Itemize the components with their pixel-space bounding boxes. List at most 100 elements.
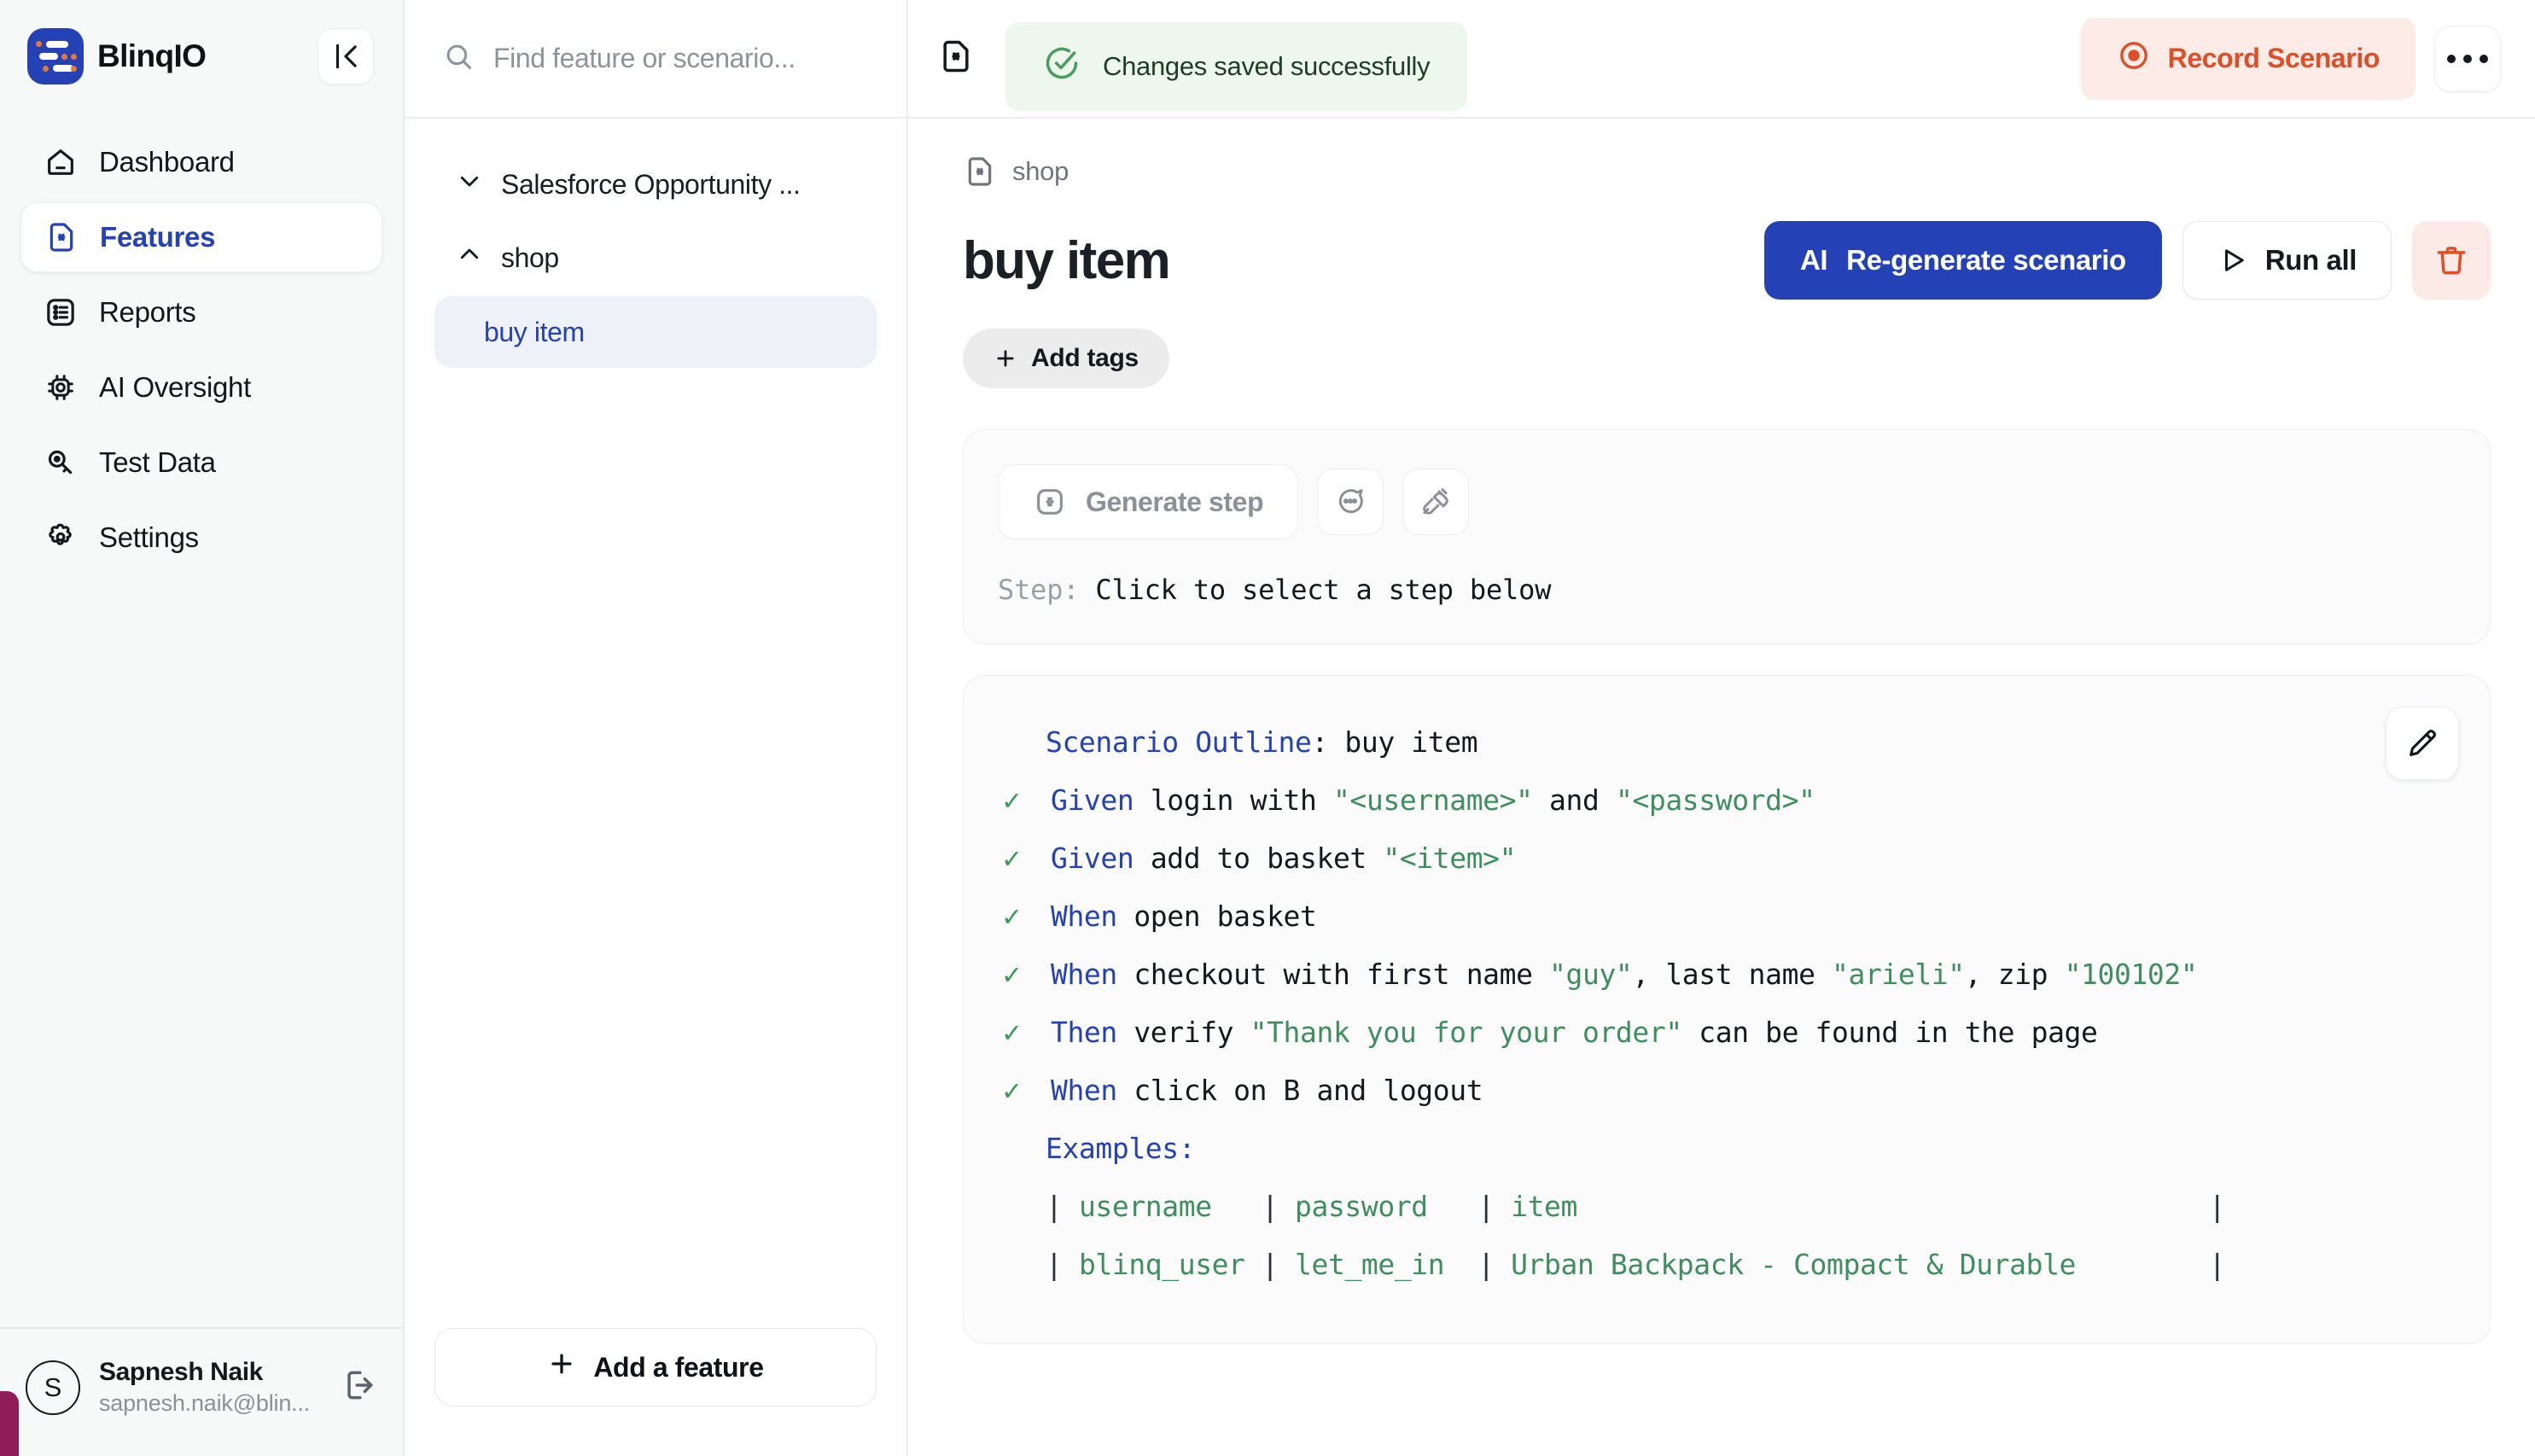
gherkin-text: open basket (1133, 900, 1316, 933)
collapse-sidebar-icon[interactable] (318, 28, 374, 84)
comment-dots-icon[interactable] (1317, 469, 1384, 535)
current-step-line: Step: Click to select a step below (998, 574, 2456, 606)
chevron-up-icon[interactable] (457, 242, 482, 274)
main-content: Changes saved successfully Record Scenar… (908, 0, 2535, 1456)
sidebar-nav: Dashboard Features (0, 112, 403, 573)
plug-connect-icon[interactable] (1402, 469, 1469, 535)
table-pipe: | (2209, 1248, 2225, 1281)
pencil-edit-icon[interactable] (2386, 707, 2459, 780)
gherkin-string: "<password>" (1616, 783, 1815, 817)
step-pass-check-icon: ✓ (1003, 1062, 1051, 1120)
sidebar-header: BlinqIO (0, 0, 403, 112)
gherkin-keyword: Then (1051, 1016, 1133, 1049)
sidebar: BlinqIO Dashboard (0, 0, 405, 1456)
home-icon (43, 144, 79, 180)
gherkin-step-row[interactable]: ✓Given add to basket "<item>" (998, 830, 2456, 888)
step-pass-check-icon: ✓ (1003, 772, 1051, 830)
tree-item-buy-item[interactable]: buy item (434, 296, 877, 368)
app-root: BlinqIO Dashboard (0, 0, 2535, 1456)
gherkin-text: , last name (1632, 958, 1832, 991)
gherkin-step-text: When checkout with first name "guy", las… (1051, 946, 2197, 1004)
logout-icon[interactable] (340, 1366, 377, 1408)
code-brackets-icon (1033, 485, 1067, 519)
table-cell: password (1295, 1190, 1477, 1223)
gherkin-step-row[interactable]: ✓When open basket (998, 888, 2456, 946)
sidebar-item-label: Settings (99, 521, 199, 554)
sidebar-item-features[interactable]: Features (20, 202, 382, 272)
sidebar-item-dashboard[interactable]: Dashboard (20, 127, 382, 197)
gherkin-code[interactable]: Scenario Outline: buy item ✓Given login … (998, 713, 2456, 1294)
examples-keyword: Examples: (1046, 1120, 1195, 1178)
scenario-outline-header: Scenario Outline: buy item (998, 713, 2456, 772)
check-circle-icon (1043, 44, 1081, 89)
table-pipe: | (1046, 1248, 1079, 1281)
run-all-button[interactable]: Run all (2182, 221, 2392, 300)
examples-header: Examples: (998, 1120, 2456, 1178)
tree-item-shop[interactable]: shop (434, 223, 877, 293)
sidebar-item-settings[interactable]: Settings (20, 503, 382, 573)
toast-message: Changes saved successfully (1103, 51, 1430, 82)
sidebar-item-reports[interactable]: Reports (20, 277, 382, 347)
play-icon (2217, 245, 2248, 276)
tree-item-label: buy item (484, 317, 585, 348)
search-icon (442, 40, 475, 77)
gherkin-keyword: When (1051, 900, 1133, 933)
breadcrumb-label[interactable]: shop (1012, 156, 1069, 187)
feature-tree-panel: Salesforce Opportunity ... shop buy item… (405, 0, 908, 1456)
table-pipe: | (1262, 1190, 1295, 1223)
record-scenario-button[interactable]: Record Scenario (2081, 18, 2416, 100)
gherkin-step-row[interactable]: ✓When checkout with first name "guy", la… (998, 946, 2456, 1004)
sidebar-item-label: Reports (99, 296, 195, 329)
gherkin-step-text: Given login with "<username>" and "<pass… (1051, 772, 1815, 830)
sidebar-user-section[interactable]: S Sapnesh Naik sapnesh.naik@blin... (0, 1327, 403, 1456)
table-pipe: | (1046, 1190, 1079, 1223)
delete-scenario-button[interactable] (2412, 221, 2491, 300)
search-input[interactable] (493, 43, 869, 74)
brand-name: BlinqIO (97, 38, 206, 74)
gherkin-step-row[interactable]: ✓When click on B and logout (998, 1062, 2456, 1120)
trash-icon (2433, 242, 2470, 279)
sidebar-item-ai-oversight[interactable]: AI Oversight (20, 352, 382, 422)
generate-step-label: Generate step (1086, 486, 1263, 518)
gherkin-step-row[interactable]: ✓Then verify "Thank you for your order" … (998, 1004, 2456, 1062)
step-pass-check-icon: ✓ (1003, 888, 1051, 946)
record-icon (2117, 38, 2151, 79)
gherkin-keyword: Given (1051, 783, 1151, 817)
regenerate-scenario-button[interactable]: AI Re-generate scenario (1764, 221, 2162, 300)
page-title-row: buy item AI Re-generate scenario Run all (963, 221, 2491, 300)
gherkin-step-text: When click on B and logout (1051, 1062, 1483, 1120)
avatar-initial: S (44, 1372, 62, 1403)
gherkin-keyword: When (1051, 958, 1133, 991)
tree-item-salesforce-opportunity[interactable]: Salesforce Opportunity ... (434, 149, 877, 219)
chevron-down-icon[interactable] (457, 168, 482, 201)
key-icon (43, 445, 79, 480)
step-value[interactable]: Click to select a step below (1095, 574, 1551, 606)
add-tags-label: Add tags (1031, 344, 1139, 373)
sidebar-item-test-data[interactable]: Test Data (20, 428, 382, 498)
sidebar-item-label: AI Oversight (99, 371, 251, 404)
gherkin-step-text: When open basket (1051, 888, 1317, 946)
generate-step-button[interactable]: Generate step (998, 464, 1298, 539)
chip-icon (43, 370, 79, 405)
tree-item-label: shop (501, 242, 559, 274)
examples-data-row[interactable]: | blinq_user | let_me_in | Urban Backpac… (998, 1236, 2456, 1294)
tree-item-label: Salesforce Opportunity ... (501, 169, 801, 201)
step-pass-check-icon: ✓ (1003, 1004, 1051, 1062)
sidebar-item-label: Dashboard (99, 146, 235, 178)
gherkin-keyword: Given (1051, 842, 1151, 875)
step-pass-check-icon: ✓ (1003, 830, 1051, 888)
step-label: Step: (998, 574, 1079, 606)
gherkin-step-row[interactable]: ✓Given login with "<username>" and "<pas… (998, 772, 2456, 830)
add-feature-button[interactable]: Add a feature (434, 1328, 877, 1406)
gherkin-text: and (1533, 783, 1616, 817)
table-cell: Urban Backpack - Compact & Durable (1511, 1248, 2209, 1281)
file-code-icon (44, 219, 79, 255)
file-code-icon (963, 154, 997, 189)
add-feature-label: Add a feature (593, 1352, 763, 1383)
examples-header-row[interactable]: | username | password | item | (998, 1178, 2456, 1236)
gherkin-text: checkout with first name (1133, 958, 1549, 991)
more-options-icon[interactable] (2434, 26, 2501, 92)
gherkin-string: "<item>" (1383, 842, 1516, 875)
add-tags-button[interactable]: Add tags (963, 329, 1169, 388)
table-pipe: | (2209, 1190, 2225, 1223)
